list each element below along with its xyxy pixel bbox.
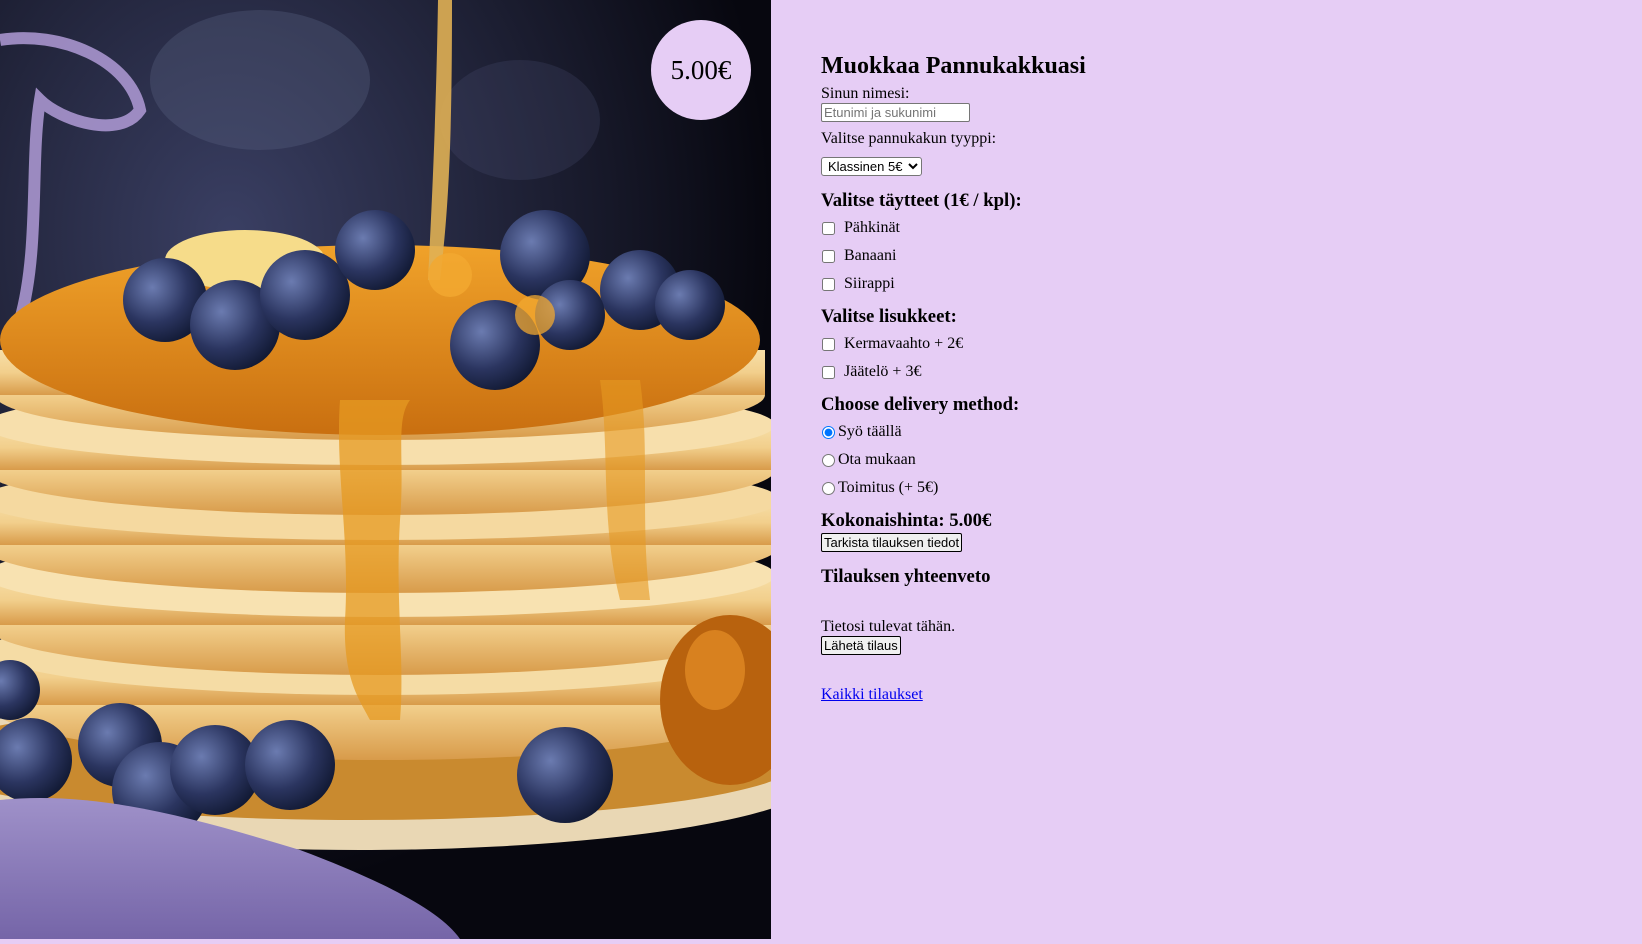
- order-form: Muokkaa Pannukakkuasi Sinun nimesi: Vali…: [821, 44, 1581, 704]
- type-label: Valitse pannukakun tyyppi:: [821, 130, 997, 147]
- topping-label-nuts: Pähkinät: [844, 219, 900, 236]
- extra-label-whipped-cream: Kermavaahto + 2€: [844, 335, 964, 352]
- extra-checkbox-whipped-cream[interactable]: [822, 337, 835, 351]
- extra-label-ice-cream: Jäätelö + 3€: [844, 363, 922, 380]
- all-orders-link[interactable]: Kaikki tilaukset: [821, 686, 923, 703]
- total-price: Kokonaishinta: 5.00€: [821, 510, 992, 531]
- extra-option-whipped-cream[interactable]: Kermavaahto + 2€: [821, 330, 1581, 358]
- extra-option-ice-cream[interactable]: Jäätelö + 3€: [821, 358, 1581, 386]
- topping-option-banana[interactable]: Banaani: [821, 242, 1581, 270]
- name-label: Sinun nimesi:: [821, 85, 910, 102]
- topping-checkbox-banana[interactable]: [822, 249, 835, 263]
- topping-option-nuts[interactable]: Pähkinät: [821, 214, 1581, 242]
- summary-heading: Tilauksen yhteenveto: [821, 566, 991, 587]
- pancake-hero-image: 5.00€: [0, 0, 771, 939]
- form-title: Muokkaa Pannukakkuasi: [821, 53, 1086, 79]
- delivery-label-takeaway: Ota mukaan: [838, 451, 916, 468]
- delivery-label-delivery: Toimitus (+ 5€): [838, 479, 939, 496]
- name-input[interactable]: [821, 103, 970, 122]
- pancake-type-select[interactable]: Klassinen 5€: [821, 157, 922, 176]
- send-order-button[interactable]: Lähetä tilaus: [821, 636, 901, 655]
- check-order-button[interactable]: Tarkista tilauksen tiedot: [821, 533, 963, 552]
- delivery-option-delivery[interactable]: Toimitus (+ 5€): [821, 474, 1581, 502]
- delivery-option-takeaway[interactable]: Ota mukaan: [821, 446, 1581, 474]
- summary-text: Tietosi tulevat tähän.: [821, 618, 956, 635]
- toppings-heading: Valitse täytteet (1€ / kpl):: [821, 190, 1022, 211]
- topping-checkbox-syrup[interactable]: [822, 277, 835, 291]
- topping-option-syrup[interactable]: Siirappi: [821, 270, 1581, 298]
- delivery-label-eat-here: Syö täällä: [838, 423, 902, 440]
- topping-label-banana: Banaani: [844, 247, 897, 264]
- topping-label-syrup: Siirappi: [844, 275, 895, 292]
- delivery-radio-delivery[interactable]: [822, 481, 835, 495]
- delivery-radio-eat-here[interactable]: [822, 425, 835, 439]
- topping-checkbox-nuts[interactable]: [822, 221, 835, 235]
- delivery-radio-takeaway[interactable]: [822, 453, 835, 467]
- delivery-heading: Choose delivery method:: [821, 394, 1020, 415]
- price-badge: 5.00€: [651, 20, 751, 120]
- page: 5.00€ Muokkaa Pannukakkuasi Sinun nimesi…: [0, 0, 1642, 944]
- extras-heading: Valitse lisukkeet:: [821, 306, 957, 327]
- extra-checkbox-ice-cream[interactable]: [822, 365, 835, 379]
- delivery-option-eat-here[interactable]: Syö täällä: [821, 418, 1581, 446]
